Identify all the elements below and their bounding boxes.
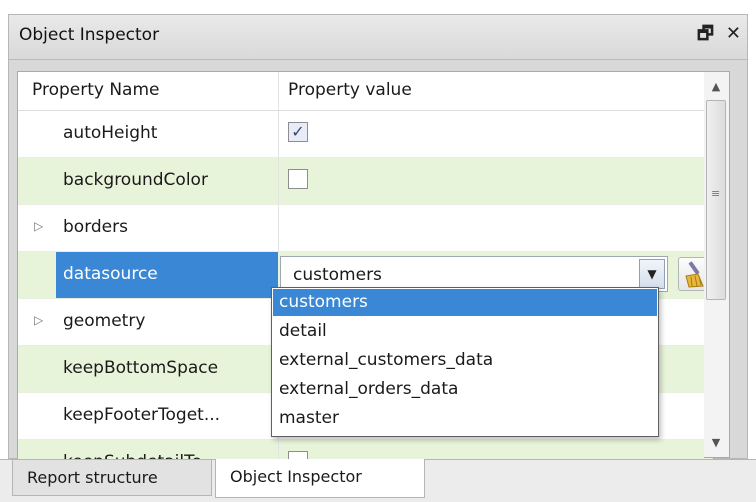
- property-name: keepBottomSpace: [63, 358, 219, 378]
- tab-object-inspector[interactable]: Object Inspector: [215, 459, 425, 498]
- combobox-value: customers: [293, 265, 382, 285]
- chevron-down-icon[interactable]: ▼: [639, 259, 665, 289]
- background-color-swatch[interactable]: [288, 169, 308, 189]
- scroll-down-icon[interactable]: ▼: [704, 436, 728, 449]
- restore-window-icon[interactable]: 🗗: [697, 23, 714, 45]
- cell-separator: [278, 205, 279, 251]
- header-property-value[interactable]: Property value: [288, 80, 412, 100]
- scrollbar-thumb[interactable]: ≡: [706, 100, 726, 300]
- property-row-borders[interactable]: ▷ borders: [18, 205, 713, 252]
- property-name: geometry: [63, 311, 146, 331]
- dropdown-option[interactable]: master: [273, 405, 657, 432]
- cell-separator: [278, 440, 279, 459]
- dropdown-option[interactable]: external_customers_data: [273, 347, 657, 374]
- property-name: borders: [63, 217, 128, 237]
- property-name: datasource: [63, 264, 158, 284]
- dropdown-option[interactable]: customers: [273, 289, 657, 316]
- property-name: backgroundColor: [63, 170, 208, 190]
- cell-separator: [278, 158, 279, 204]
- panel-titlebar[interactable]: Object Inspector 🗗 ✕: [9, 15, 747, 60]
- dropdown-option[interactable]: detail: [273, 318, 657, 345]
- grid-header: Property Name Property value: [18, 72, 713, 111]
- tab-report-structure[interactable]: Report structure: [12, 460, 212, 496]
- scroll-up-icon[interactable]: ▲: [704, 80, 728, 93]
- property-row-autoheight[interactable]: autoHeight ✓: [18, 111, 713, 158]
- vertical-scrollbar[interactable]: ▲ ≡ ▼: [704, 71, 730, 458]
- property-row-keepsubdetailto[interactable]: keepSubdetailTo: [18, 440, 713, 459]
- bottom-tab-bar: Report structure Object Inspector: [0, 459, 756, 502]
- datasource-dropdown-list[interactable]: customers detail external_customers_data…: [271, 287, 659, 437]
- header-separator: [278, 72, 279, 110]
- cell-separator: [278, 111, 279, 157]
- grip-icon: ≡: [711, 187, 721, 200]
- property-name: autoHeight: [63, 123, 158, 143]
- expand-arrow-icon[interactable]: ▷: [34, 219, 43, 233]
- autoheight-checkbox[interactable]: ✓: [288, 122, 308, 142]
- property-row-backgroundcolor[interactable]: backgroundColor: [18, 158, 713, 205]
- panel-title: Object Inspector: [19, 25, 160, 45]
- dropdown-option[interactable]: external_orders_data: [273, 376, 657, 403]
- expand-arrow-icon[interactable]: ▷: [34, 313, 43, 327]
- header-property-name[interactable]: Property Name: [32, 80, 160, 100]
- close-icon[interactable]: ✕: [726, 23, 741, 45]
- title-icons: 🗗 ✕: [697, 23, 741, 45]
- property-name: keepFooterToget...: [63, 405, 221, 425]
